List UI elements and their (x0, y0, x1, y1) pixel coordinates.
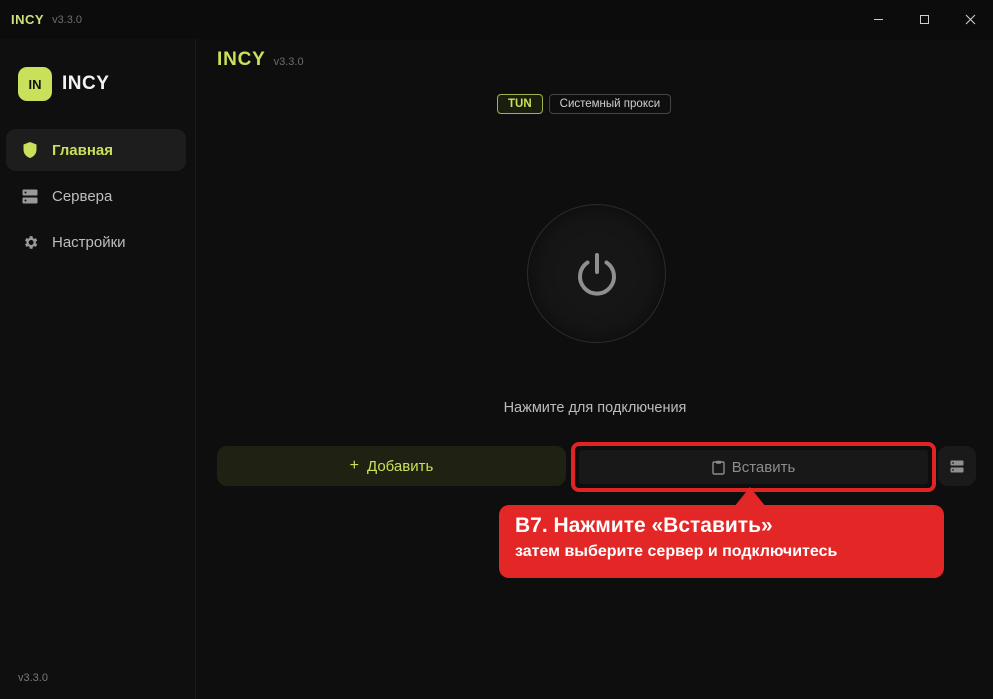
instruction-callout: B7. Нажмите «Вставить» затем выберите се… (499, 487, 944, 578)
plus-icon: + (349, 457, 360, 474)
window-controls (855, 0, 993, 39)
paste-highlight-frame: Вставить (571, 442, 936, 492)
window-version: v3.3.0 (52, 13, 83, 26)
server-list-icon (950, 460, 964, 472)
main-header: INCY v3.3.0 (217, 49, 304, 71)
sidebar-item-label: Настройки (52, 233, 126, 251)
add-button-label: Добавить (367, 457, 434, 475)
paste-button[interactable]: Вставить (579, 450, 928, 484)
sidebar-item-label: Сервера (52, 187, 113, 205)
clipboard-icon (712, 460, 725, 475)
maximize-button[interactable] (901, 0, 947, 39)
callout-arrow (734, 487, 766, 507)
callout-subtitle: затем выберите сервер и подключитесь (515, 543, 838, 560)
sidebar-item-label: Главная (52, 141, 114, 159)
mode-tun[interactable]: TUN (497, 94, 543, 114)
power-icon (577, 252, 616, 296)
brand-logo: IN (18, 67, 52, 101)
brand-name: INCY (62, 73, 110, 94)
close-icon (965, 14, 975, 25)
callout-title: B7. Нажмите «Вставить» (515, 514, 773, 537)
gear-icon (21, 233, 39, 251)
close-button[interactable] (947, 0, 993, 39)
add-button[interactable]: + Добавить (217, 446, 566, 486)
sidebar-item-servers[interactable]: Сервера (6, 175, 186, 217)
server-list-button[interactable] (938, 446, 976, 486)
paste-button-label: Вставить (731, 458, 796, 476)
brand: IN INCY (18, 67, 109, 101)
sidebar-version: v3.3.0 (18, 672, 48, 684)
minimize-icon (873, 19, 883, 20)
window-title: INCY (11, 12, 45, 27)
sidebar-item-settings[interactable]: Настройки (6, 221, 186, 263)
mode-system-proxy[interactable]: Системный прокси (548, 94, 672, 114)
sidebar-item-home[interactable]: Главная (6, 129, 186, 171)
connect-power-button[interactable] (527, 204, 666, 343)
server-icon (21, 187, 39, 205)
sidebar: IN INCY Главная Сервера Настройки v3.3.0 (0, 39, 196, 699)
page-title: INCY (217, 49, 266, 70)
connect-hint: Нажмите для подключения (503, 400, 687, 416)
minimize-button[interactable] (855, 0, 901, 39)
main-version: v3.3.0 (273, 56, 304, 68)
shield-icon (21, 141, 39, 159)
title-bar: INCY v3.3.0 (0, 0, 993, 39)
main-panel: INCY v3.3.0 TUN Системный прокси Нажмите… (197, 39, 993, 699)
maximize-icon (919, 15, 929, 24)
mode-switch: TUN Системный прокси (497, 94, 677, 114)
